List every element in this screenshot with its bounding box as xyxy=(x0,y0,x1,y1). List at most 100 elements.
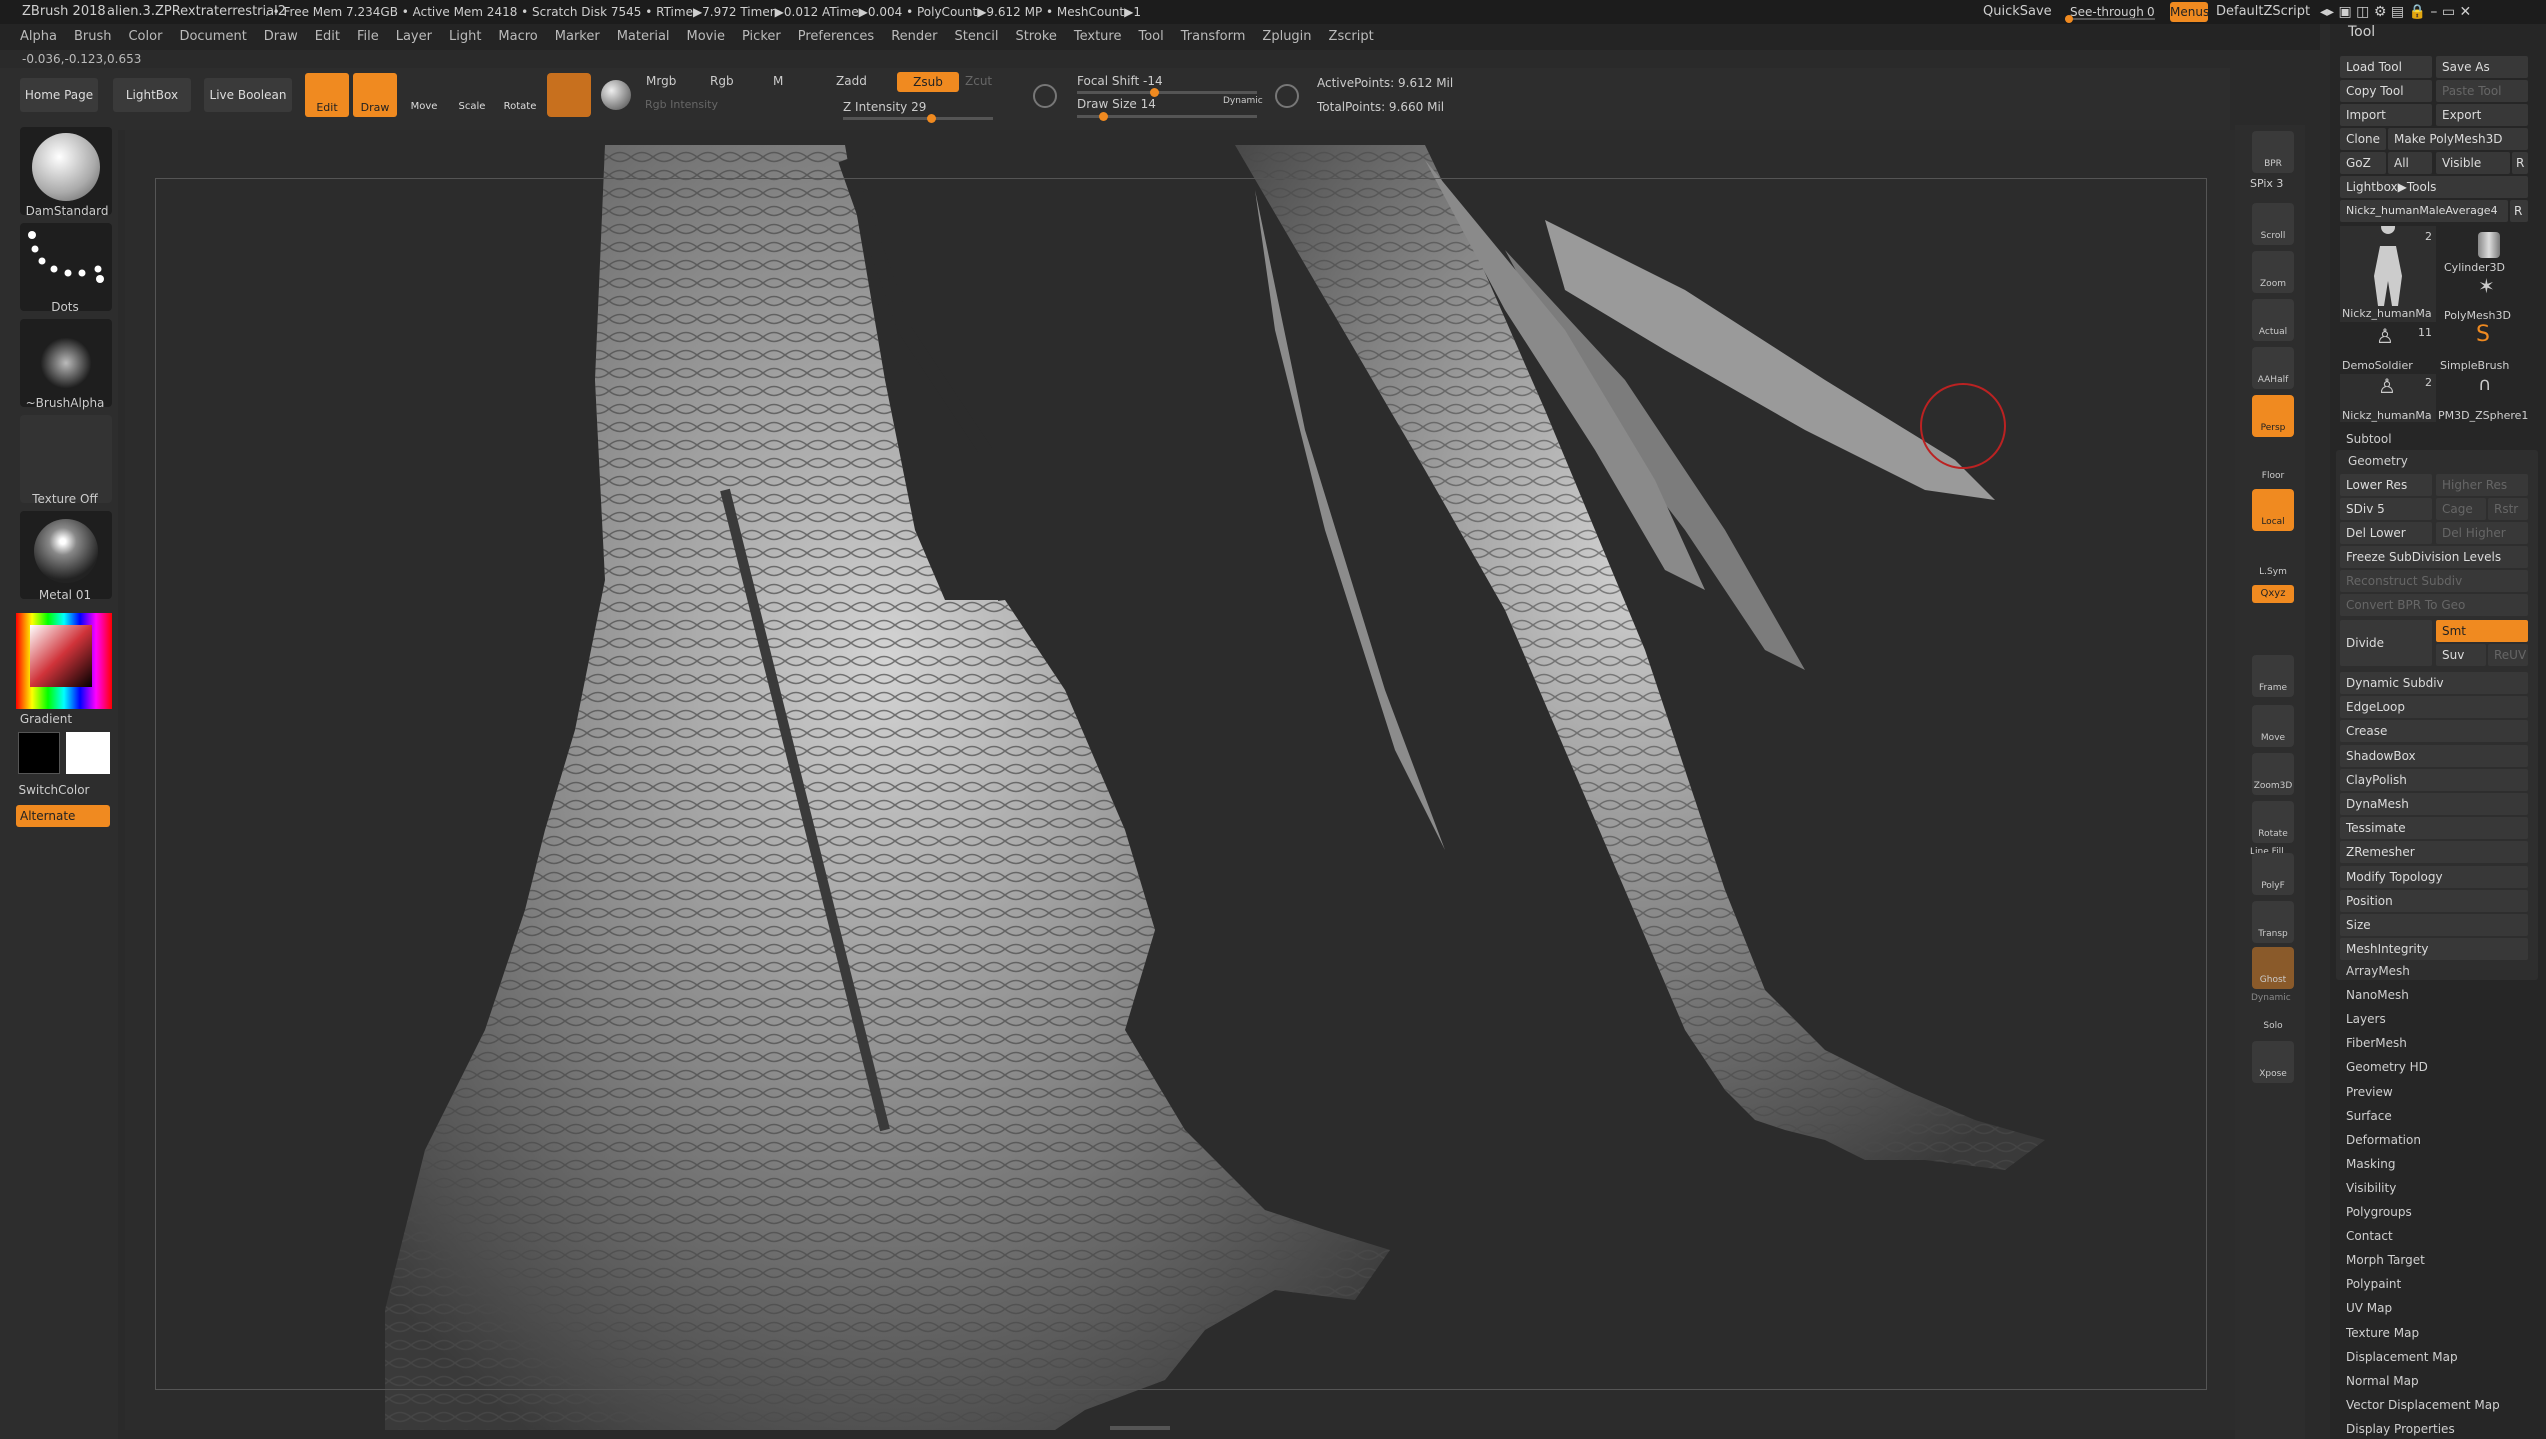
rgb-button[interactable]: Rgb xyxy=(710,74,734,88)
suv-toggle[interactable]: Suv xyxy=(2436,644,2486,666)
scroll-button[interactable]: Scroll xyxy=(2252,203,2294,245)
geometry-item-dynamesh[interactable]: DynaMesh xyxy=(2340,793,2528,815)
current-tool-name[interactable]: Nickz_humanMaleAverage4 xyxy=(2340,200,2508,222)
persp-button[interactable]: Persp xyxy=(2252,395,2294,437)
rstr-button[interactable]: Rstr xyxy=(2488,498,2528,520)
geometry-item-dynamic-subdiv[interactable]: Dynamic Subdiv xyxy=(2340,672,2528,694)
xyz-button[interactable]: Qxyz xyxy=(2252,585,2294,603)
section-morph-target[interactable]: Morph Target xyxy=(2346,1253,2425,1267)
menu-tool[interactable]: Tool xyxy=(1138,24,1163,50)
menu-marker[interactable]: Marker xyxy=(555,24,600,50)
del-higher-button[interactable]: Del Higher xyxy=(2436,522,2528,544)
menu-layer[interactable]: Layer xyxy=(396,24,432,50)
load-tool-button[interactable]: Load Tool xyxy=(2340,56,2432,78)
goz-all-button[interactable]: All xyxy=(2388,152,2432,174)
lightbox-button[interactable]: LightBox xyxy=(113,78,191,112)
geometry-item-crease[interactable]: Crease xyxy=(2340,720,2528,743)
export-button[interactable]: Export xyxy=(2436,104,2528,126)
current-tool-r-button[interactable]: R xyxy=(2510,200,2528,222)
reconstruct-subdiv-button[interactable]: Reconstruct Subdiv xyxy=(2340,570,2528,592)
switch-color-button[interactable]: SwitchColor xyxy=(0,783,119,797)
home-page-button[interactable]: Home Page xyxy=(20,78,98,112)
goz-visible-button[interactable]: Visible xyxy=(2436,152,2510,174)
section-displacement-map[interactable]: Displacement Map xyxy=(2346,1350,2458,1364)
m-button[interactable]: M xyxy=(773,74,783,88)
menu-material[interactable]: Material xyxy=(617,24,670,50)
menu-document[interactable]: Document xyxy=(179,24,246,50)
polyf-button[interactable]: PolyF xyxy=(2252,853,2294,895)
lower-res-button[interactable]: Lower Res xyxy=(2340,474,2432,496)
tool-title[interactable]: Tool xyxy=(2348,24,2375,40)
menu-macro[interactable]: Macro xyxy=(498,24,537,50)
viewport-canvas[interactable] xyxy=(125,130,2240,1430)
spix-label[interactable]: SPix 3 xyxy=(2250,177,2283,190)
menu-edit[interactable]: Edit xyxy=(315,24,340,50)
section-layers[interactable]: Layers xyxy=(2346,1012,2386,1026)
menu-movie[interactable]: Movie xyxy=(687,24,725,50)
menu-stroke[interactable]: Stroke xyxy=(1015,24,1056,50)
geometry-item-position[interactable]: Position xyxy=(2340,889,2528,912)
save-as-button[interactable]: Save As xyxy=(2436,56,2528,78)
move-view-button[interactable]: Move xyxy=(2252,705,2294,747)
goz-button[interactable]: GoZ xyxy=(2340,152,2386,174)
subtool-header[interactable]: Subtool xyxy=(2346,432,2392,446)
goz-r-button[interactable]: R xyxy=(2512,152,2528,174)
zsub-button[interactable]: Zsub xyxy=(897,72,959,92)
menus-button[interactable]: Menus xyxy=(2170,2,2209,22)
copy-tool-button[interactable]: Copy Tool xyxy=(2340,80,2432,102)
menu-file[interactable]: File xyxy=(357,24,379,50)
menu-brush[interactable]: Brush xyxy=(74,24,112,50)
menu-stencil[interactable]: Stencil xyxy=(954,24,998,50)
make-polymesh3d-button[interactable]: Make PolyMesh3D xyxy=(2388,128,2528,150)
section-preview[interactable]: Preview xyxy=(2346,1085,2393,1099)
geometry-item-size[interactable]: Size xyxy=(2340,914,2528,936)
actual-button[interactable]: Actual xyxy=(2252,299,2294,341)
mrgb-button[interactable]: Mrgb xyxy=(646,74,676,88)
edit-button[interactable]: Edit xyxy=(305,73,349,117)
alpha-thumbnail[interactable] xyxy=(20,319,112,407)
aahalf-button[interactable]: AAHalf xyxy=(2252,347,2294,389)
material-swatch-icon[interactable] xyxy=(547,73,591,117)
menu-picker[interactable]: Picker xyxy=(742,24,781,50)
tool-thumb-7[interactable]: ∩ PM3D_ZSphere1 xyxy=(2438,374,2530,422)
tool-thumb-6[interactable]: ♙ 2 Nickz_humanMa xyxy=(2340,374,2436,422)
quicksave-button[interactable]: QuickSave xyxy=(1983,0,2052,24)
section-polygroups[interactable]: Polygroups xyxy=(2346,1205,2412,1219)
section-contact[interactable]: Contact xyxy=(2346,1229,2393,1243)
section-display-properties[interactable]: Display Properties xyxy=(2346,1422,2455,1436)
live-boolean-button[interactable]: Live Boolean xyxy=(204,78,292,112)
bpr-button[interactable]: BPR xyxy=(2252,131,2294,173)
geometry-item-claypolish[interactable]: ClayPolish xyxy=(2340,768,2528,791)
scale-button[interactable]: Scale xyxy=(450,73,494,117)
zcut-button[interactable]: Zcut xyxy=(965,74,992,88)
geometry-item-tessimate[interactable]: Tessimate xyxy=(2340,817,2528,840)
frame-button[interactable]: Frame xyxy=(2252,655,2294,697)
draw-size-slider[interactable] xyxy=(1077,112,1257,121)
menu-zplugin[interactable]: Zplugin xyxy=(1262,24,1311,50)
tool-thumb-5[interactable]: S SimpleBrush xyxy=(2438,322,2530,372)
brush-thumbnail[interactable] xyxy=(20,127,112,215)
primary-color-swatch[interactable] xyxy=(18,732,60,774)
menu-light[interactable]: Light xyxy=(449,24,481,50)
section-visibility[interactable]: Visibility xyxy=(2346,1181,2396,1195)
menu-color[interactable]: Color xyxy=(128,24,162,50)
section-texture-map[interactable]: Texture Map xyxy=(2346,1326,2419,1340)
section-surface[interactable]: Surface xyxy=(2346,1109,2392,1123)
rgb-intensity-slider[interactable]: Rgb Intensity xyxy=(645,98,718,111)
lsym-button[interactable]: L.Sym xyxy=(2252,539,2294,581)
canvas-scroll-handle[interactable] xyxy=(1110,1426,1170,1430)
geometry-item-edgeloop[interactable]: EdgeLoop xyxy=(2340,696,2528,719)
menu-alpha[interactable]: Alpha xyxy=(20,24,57,50)
lightbox-tools-button[interactable]: Lightbox▶Tools xyxy=(2340,176,2528,198)
menu-transform[interactable]: Transform xyxy=(1181,24,1246,50)
zoom3d-button[interactable]: Zoom3D xyxy=(2252,753,2294,795)
tool-thumb-1[interactable]: 2 Nickz_humanMa xyxy=(2340,220,2436,322)
section-deformation[interactable]: Deformation xyxy=(2346,1133,2421,1147)
paste-tool-button[interactable]: Paste Tool xyxy=(2436,80,2528,102)
section-masking[interactable]: Masking xyxy=(2346,1157,2395,1171)
rotate-view-button[interactable]: Rotate xyxy=(2252,801,2294,843)
zoom-button[interactable]: Zoom xyxy=(2252,251,2294,293)
geometry-item-meshintegrity[interactable]: MeshIntegrity xyxy=(2340,938,2528,961)
divide-button[interactable]: Divide xyxy=(2340,620,2432,666)
dynamic-toggle[interactable]: Dynamic xyxy=(1223,96,1263,106)
